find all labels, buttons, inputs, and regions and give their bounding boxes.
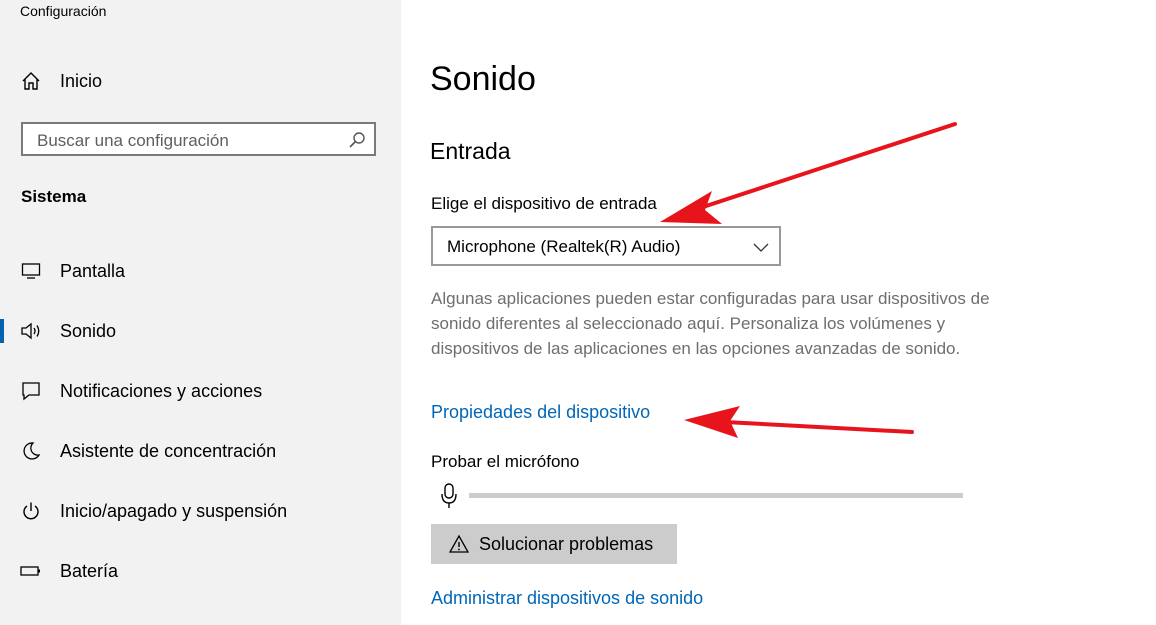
device-properties-link[interactable]: Propiedades del dispositivo: [431, 402, 650, 423]
sidebar-item-label: Inicio/apagado y suspensión: [60, 500, 288, 521]
power-icon: [20, 500, 42, 522]
home-label: Inicio: [60, 70, 103, 91]
battery-icon: [20, 560, 42, 582]
window-title: Configuración: [20, 3, 107, 19]
sidebar-item-label: Batería: [60, 560, 119, 581]
sidebar-item-inicio-apagado[interactable]: Inicio/apagado y suspensión: [0, 491, 401, 531]
chevron-down-icon: [753, 240, 769, 252]
section-title-entrada: Entrada: [430, 138, 511, 164]
home-icon: [20, 70, 42, 92]
speaker-icon: [20, 320, 42, 342]
sidebar-item-label: Sonido: [60, 320, 117, 341]
warning-icon: [448, 534, 470, 554]
troubleshoot-button[interactable]: Solucionar problemas: [431, 524, 677, 564]
search-placeholder: Buscar una configuración: [37, 131, 229, 150]
sidebar: Configuración Inicio Buscar una configur…: [0, 0, 401, 625]
home-nav-item[interactable]: Inicio: [0, 61, 401, 101]
search-input[interactable]: Buscar una configuración: [21, 122, 376, 156]
search-icon: [348, 131, 366, 149]
sidebar-item-label: Asistente de concentración: [60, 440, 277, 461]
main-content: Sonido Entrada Elige el dispositivo de e…: [401, 0, 1156, 625]
test-mic-label: Probar el micrófono: [431, 452, 580, 471]
sidebar-item-label: Notificaciones y acciones: [60, 380, 263, 401]
active-indicator: [0, 319, 4, 343]
input-description: Algunas aplicaciones pueden estar config…: [431, 289, 990, 358]
sidebar-item-notificaciones[interactable]: Notificaciones y acciones: [0, 371, 401, 411]
manage-sound-devices-link[interactable]: Administrar dispositivos de sonido: [431, 588, 703, 609]
sidebar-item-sonido[interactable]: Sonido: [0, 311, 401, 351]
monitor-icon: [20, 260, 42, 282]
moon-icon: [20, 440, 42, 462]
input-device-label: Elige el dispositivo de entrada: [431, 194, 657, 213]
mic-level-meter: [469, 493, 963, 498]
input-device-dropdown[interactable]: Microphone (Realtek(R) Audio): [431, 226, 781, 266]
page-title: Sonido: [430, 60, 536, 98]
notification-icon: [20, 380, 42, 402]
input-device-value: Microphone (Realtek(R) Audio): [447, 237, 681, 256]
section-label-sistema: Sistema: [21, 187, 87, 206]
microphone-icon: [441, 483, 457, 509]
sidebar-item-pantalla[interactable]: Pantalla: [0, 251, 401, 291]
sidebar-item-asistente[interactable]: Asistente de concentración: [0, 431, 401, 471]
sidebar-item-label: Pantalla: [60, 260, 126, 281]
troubleshoot-label: Solucionar problemas: [479, 534, 654, 554]
sidebar-item-bateria[interactable]: Batería: [0, 551, 401, 591]
